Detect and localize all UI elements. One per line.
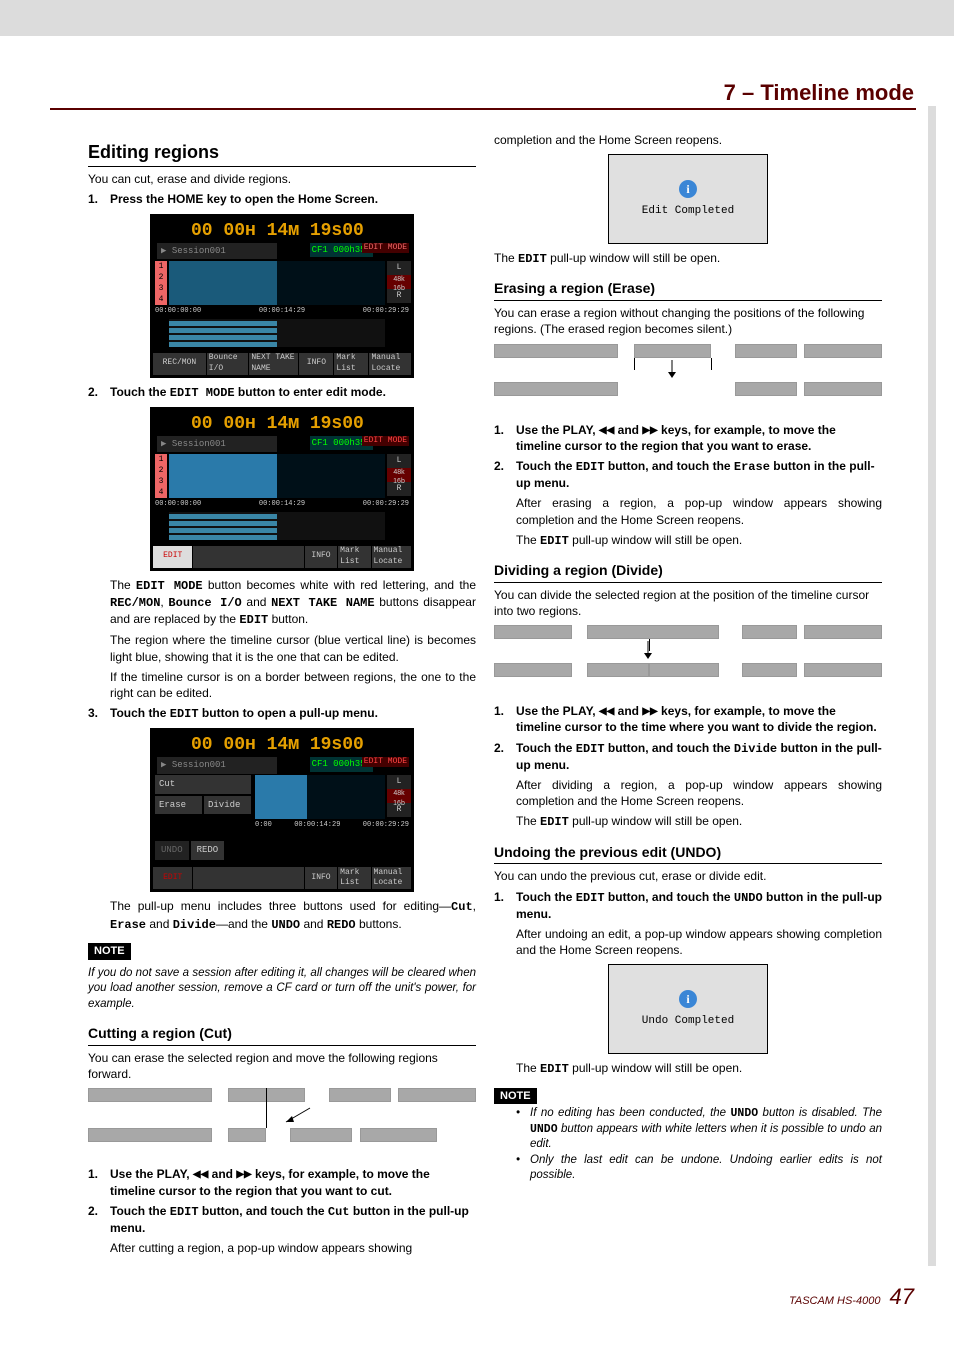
divide-diagram bbox=[494, 625, 882, 697]
undo-note-2: Only the last edit can be undone. Undoin… bbox=[516, 1153, 882, 1184]
undo-tail: The EDIT pull-up window will still be op… bbox=[516, 1060, 882, 1077]
cut-diagram bbox=[88, 1088, 476, 1160]
erase-intro: You can erase a region without changing … bbox=[494, 305, 882, 337]
left-column: Editing regions You can cut, erase and d… bbox=[88, 140, 476, 1260]
undo-intro: You can undo the previous cut, erase or … bbox=[494, 868, 882, 884]
cut-intro: You can erase the selected region and mo… bbox=[88, 1050, 476, 1082]
step-1: 1.Press the HOME key to open the Home Sc… bbox=[88, 191, 476, 207]
info-icon: i bbox=[679, 990, 697, 1008]
home-screen-figure: 00 00ʜ 14ᴍ 19s00 ▶ Session001 CF1 000h35… bbox=[150, 214, 414, 378]
step-3: 3.Touch the EDIT button to open a pull-u… bbox=[88, 705, 476, 722]
erase-diagram bbox=[494, 344, 882, 416]
undo-step-1: 1.Touch the EDIT button, and touch the U… bbox=[494, 889, 882, 922]
subsection-undo: Undoing the previous edit (UNDO) bbox=[494, 843, 882, 865]
divide-tail: The EDIT pull-up window will still be op… bbox=[516, 813, 882, 830]
note-text: If you do not save a session after editi… bbox=[88, 966, 476, 1013]
erase-result: After erasing a region, a pop-up window … bbox=[516, 495, 882, 527]
edit-mode-screen-figure: 00 00ʜ 14ᴍ 19s00 ▶ Session001 CF1 000h35… bbox=[150, 407, 414, 571]
erase-tail: The EDIT pull-up window will still be op… bbox=[516, 532, 882, 549]
cut-tail: The EDIT pull-up window will still be op… bbox=[494, 250, 882, 267]
pullup-explain: The pull-up menu includes three buttons … bbox=[110, 898, 476, 932]
erase-step-1: 1.Use the PLAY, ◀◀ and ▶▶ keys, for exam… bbox=[494, 422, 882, 454]
right-column: completion and the Home Screen reopens. … bbox=[494, 128, 882, 1184]
fastforward-icon: ▶▶ bbox=[236, 1168, 251, 1182]
step2-explain2: The region where the timeline cursor (bl… bbox=[110, 632, 476, 664]
cut-result: After cutting a region, a pop-up window … bbox=[110, 1240, 476, 1256]
cut-step-2: 2.Touch the EDIT button, and touch the C… bbox=[88, 1203, 476, 1236]
info-icon: i bbox=[679, 180, 697, 198]
subsection-cut: Cutting a region (Cut) bbox=[88, 1024, 476, 1046]
step2-explain3: If the timeline cursor is on a border be… bbox=[110, 669, 476, 701]
divide-result: After dividing a region, a pop-up window… bbox=[516, 777, 882, 809]
step-2: 2.Touch the EDIT MODE button to enter ed… bbox=[88, 384, 476, 401]
pullup-menu-figure: 00 00ʜ 14ᴍ 19s00 ▶ Session001 CF1 000h35… bbox=[150, 728, 414, 892]
divide-step-1: 1.Use the PLAY, ◀◀ and ▶▶ keys, for exam… bbox=[494, 703, 882, 735]
cut-continuation: completion and the Home Screen reopens. bbox=[494, 132, 882, 148]
section-editing-regions: Editing regions bbox=[88, 140, 476, 167]
rewind-icon: ◀◀ bbox=[599, 424, 614, 438]
divide-step-2: 2.Touch the EDIT button, and touch the D… bbox=[494, 740, 882, 773]
cut-step-1: 1.Use the PLAY, ◀◀ and ▶▶ keys, for exam… bbox=[88, 1166, 476, 1198]
note-label: NOTE bbox=[88, 943, 131, 960]
rewind-icon: ◀◀ bbox=[599, 705, 614, 719]
fastforward-icon: ▶▶ bbox=[642, 705, 657, 719]
chapter-title: 7 – Timeline mode bbox=[724, 80, 914, 106]
top-header-bar bbox=[0, 0, 954, 36]
editing-intro: You can cut, erase and divide regions. bbox=[88, 171, 476, 187]
undo-completed-popup: i Undo Completed bbox=[608, 964, 768, 1054]
rewind-icon: ◀◀ bbox=[193, 1168, 208, 1182]
subsection-divide: Dividing a region (Divide) bbox=[494, 561, 882, 583]
erase-step-2: 2.Touch the EDIT button, and touch the E… bbox=[494, 458, 882, 491]
subsection-erase: Erasing a region (Erase) bbox=[494, 279, 882, 301]
edit-completed-popup: i Edit Completed bbox=[608, 154, 768, 244]
undo-note-1: If no editing has been conducted, the UN… bbox=[516, 1106, 882, 1153]
undo-result: After undoing an edit, a pop-up window a… bbox=[516, 926, 882, 958]
step2-explain: The EDIT MODE button becomes white with … bbox=[110, 577, 476, 629]
divide-intro: You can divide the selected region at th… bbox=[494, 587, 882, 619]
fastforward-icon: ▶▶ bbox=[642, 424, 657, 438]
undo-note-label: NOTE bbox=[494, 1088, 537, 1105]
side-tab-bar bbox=[928, 106, 936, 1266]
page-footer: TASCAM HS-4000 47 bbox=[789, 1284, 914, 1310]
